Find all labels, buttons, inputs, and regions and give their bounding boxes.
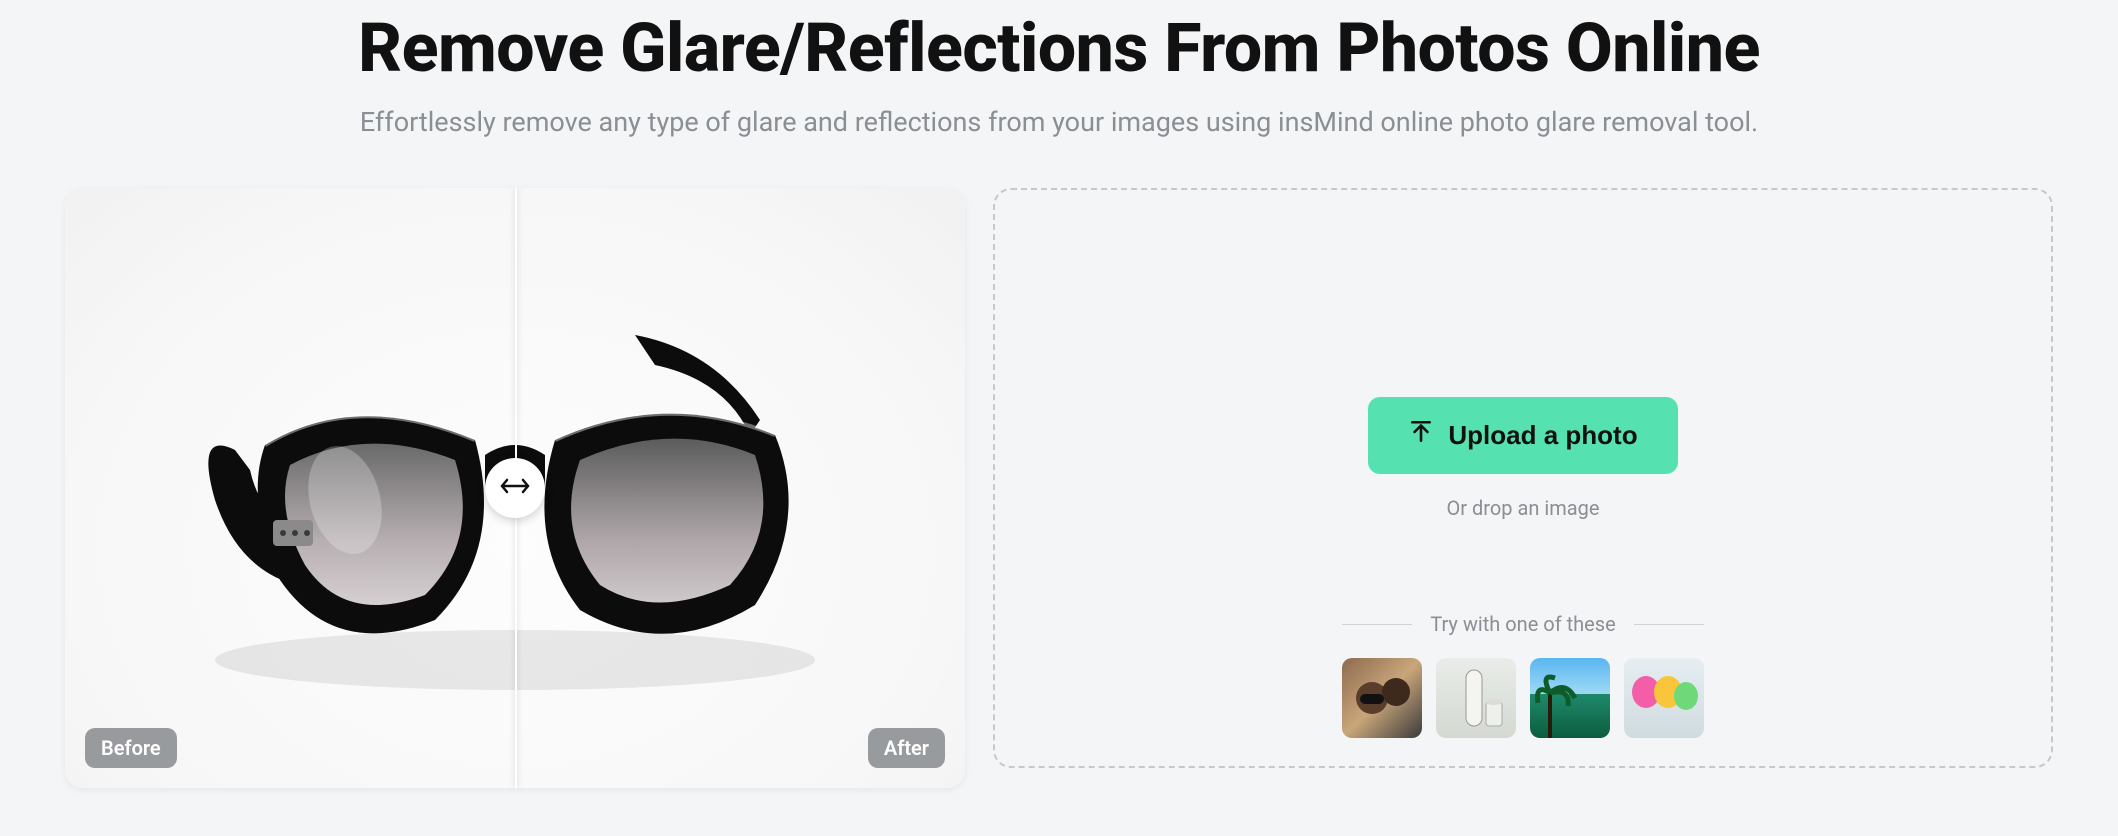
upload-icon: [1408, 419, 1434, 452]
upload-photo-button[interactable]: Upload a photo: [1368, 397, 1677, 474]
sample-palm-beach[interactable]: [1530, 658, 1610, 738]
samples-label: Try with one of these: [1430, 612, 1615, 636]
before-badge: Before: [85, 728, 177, 768]
before-after-preview: Before After: [65, 188, 965, 788]
page-title: Remove Glare/Reflections From Photos Onl…: [0, 8, 2118, 88]
comparison-slider-handle[interactable]: [485, 458, 545, 518]
page-subtitle: Effortlessly remove any type of glare an…: [0, 106, 2118, 138]
divider-line: [1634, 624, 1704, 625]
arrows-horizontal-icon: [500, 476, 530, 500]
sample-colorful-drinks[interactable]: [1624, 658, 1704, 738]
after-badge: After: [868, 728, 945, 768]
sample-couple-sunglasses[interactable]: [1342, 658, 1422, 738]
drop-hint: Or drop an image: [1447, 496, 1600, 520]
sample-bottle-glass[interactable]: [1436, 658, 1516, 738]
upload-button-label: Upload a photo: [1448, 420, 1637, 451]
sample-thumbnails: [1342, 658, 1704, 738]
divider-line: [1342, 624, 1412, 625]
upload-dropzone[interactable]: Upload a photo Or drop an image Try with…: [993, 188, 2053, 768]
